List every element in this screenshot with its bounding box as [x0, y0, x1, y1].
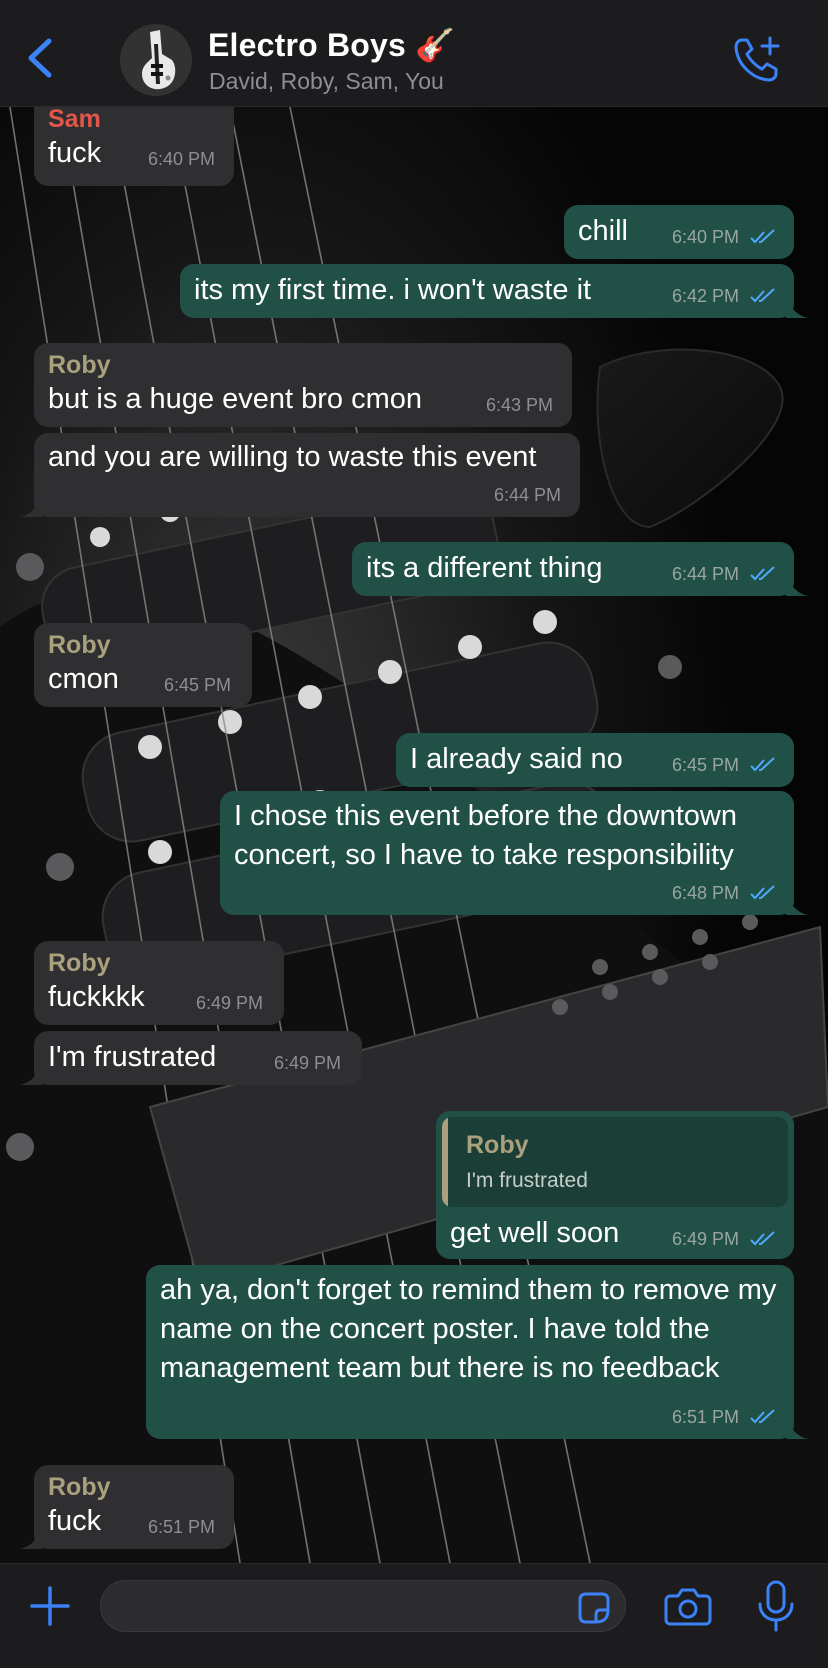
bubble-tail [786, 574, 808, 596]
message-bubble[interactable]: chill 6:40 PM [564, 205, 794, 259]
message-bubble[interactable]: I'm frustrated 6:49 PM [20, 1031, 362, 1085]
composer-bar [0, 1563, 828, 1668]
quoted-text: I'm frustrated [466, 1169, 588, 1192]
message-text: its my first time. i won't waste it [194, 274, 592, 306]
message-text: fuck [48, 1505, 102, 1537]
message-text: but is a huge event bro cmon [48, 383, 423, 415]
message-bubble[interactable]: Roby fuckkkk 6:49 PM [34, 941, 284, 1025]
message-bubble[interactable]: I already said no 6:45 PM [396, 733, 794, 787]
bubble-tail [20, 495, 42, 517]
camera-icon[interactable] [664, 1584, 712, 1628]
message-time: 6:42 PM [672, 286, 740, 306]
bubble-tail [786, 893, 808, 915]
message-time: 6:44 PM [672, 564, 740, 584]
message-text: I already said no [410, 743, 623, 775]
message-time: 6:44 PM [494, 485, 562, 505]
microphone-icon[interactable] [756, 1580, 796, 1632]
message-bubble[interactable]: Roby but is a huge event bro cmon 6:43 P… [34, 343, 572, 427]
bubble-tail [786, 296, 808, 318]
message-time: 6:51 PM [672, 1407, 740, 1427]
read-receipt-icon [750, 1231, 775, 1246]
message-text: chill [578, 215, 628, 247]
message-text: I chose this event before the downtown c… [234, 800, 737, 871]
bubble-tail [20, 1063, 42, 1085]
message-time: 6:49 PM [196, 993, 264, 1013]
message-input[interactable] [117, 1589, 541, 1625]
message-time: 6:40 PM [672, 227, 740, 247]
chat-title[interactable]: Electro Boys 🎸 [208, 26, 455, 64]
guitar-avatar-icon [120, 24, 192, 96]
chat-header: Electro Boys 🎸 David, Roby, Sam, You [0, 0, 828, 107]
message-time: 6:45 PM [672, 755, 740, 775]
sender-name[interactable]: Sam [48, 107, 101, 134]
message-bubble[interactable]: ah ya, don't forget to remind them to re… [146, 1265, 808, 1439]
message-bubble[interactable]: Roby fuck 6:51 PM [20, 1465, 234, 1549]
sender-name[interactable]: Roby [48, 949, 111, 978]
message-text: and you are willing to waste this event [48, 441, 537, 473]
message-bubble[interactable]: its a different thing 6:44 PM [352, 542, 808, 596]
sender-name[interactable]: Roby [48, 631, 111, 660]
read-receipt-icon [750, 229, 775, 244]
message-text: fuck [48, 137, 102, 169]
message-time: 6:45 PM [164, 675, 232, 695]
quote-bar [442, 1117, 448, 1207]
read-receipt-icon [750, 1409, 775, 1424]
bubble-tail [20, 1527, 42, 1549]
chat-members[interactable]: David, Roby, Sam, You [209, 68, 444, 95]
message-bubble[interactable]: Roby cmon 6:45 PM [34, 623, 252, 707]
sender-name[interactable]: Roby [48, 351, 111, 380]
message-text: cmon [48, 663, 119, 695]
message-time: 6:40 PM [148, 149, 216, 169]
plus-icon[interactable] [28, 1584, 72, 1628]
message-bubble[interactable]: Roby I'm frustrated get well soon 6:49 P… [436, 1111, 794, 1259]
quoted-message[interactable]: Roby I'm frustrated [442, 1117, 788, 1207]
quoted-sender: Roby [466, 1131, 529, 1159]
message-bubble[interactable]: Sam fuck 6:40 PM [34, 107, 234, 186]
message-time: 6:49 PM [274, 1053, 342, 1073]
message-bubble[interactable]: its my first time. i won't waste it 6:42… [180, 264, 808, 318]
read-receipt-icon [750, 288, 775, 303]
message-text: I'm frustrated [48, 1041, 217, 1073]
message-text: fuckkkk [48, 981, 145, 1013]
message-input-container[interactable] [100, 1580, 626, 1632]
message-list[interactable]: Sam fuck 6:40 PM chill 6:40 PM its my fi… [0, 107, 828, 1563]
message-time: 6:48 PM [672, 883, 740, 903]
bubble-tail [786, 1417, 808, 1439]
add-call-icon[interactable] [732, 34, 782, 84]
message-bubble[interactable]: and you are willing to waste this event … [20, 433, 580, 517]
read-receipt-icon [750, 757, 775, 772]
read-receipt-icon [750, 566, 775, 581]
message-time: 6:43 PM [486, 395, 554, 415]
message-bubble[interactable]: I chose this event before the downtown c… [220, 791, 808, 915]
message-time: 6:51 PM [148, 1517, 216, 1537]
back-chevron-icon[interactable] [22, 36, 58, 80]
message-text: its a different thing [366, 552, 603, 584]
group-avatar[interactable] [120, 24, 192, 96]
message-text: ah ya, don't forget to remind them to re… [160, 1274, 777, 1384]
sender-name[interactable]: Roby [48, 1473, 111, 1502]
sticker-icon[interactable] [574, 1588, 614, 1628]
message-text: get well soon [450, 1217, 620, 1249]
message-time: 6:49 PM [672, 1229, 740, 1249]
read-receipt-icon [750, 885, 775, 900]
